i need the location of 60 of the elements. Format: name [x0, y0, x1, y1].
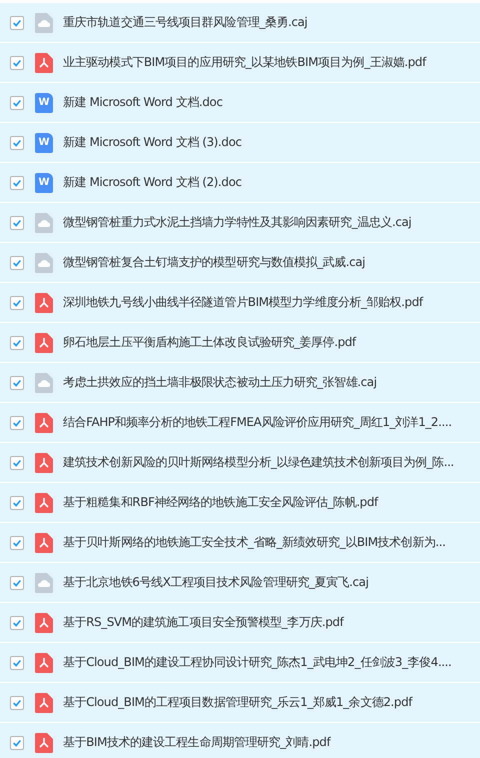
checkbox[interactable]	[10, 136, 24, 150]
check-icon	[12, 18, 22, 28]
check-icon	[12, 458, 22, 468]
checkbox[interactable]	[10, 536, 24, 550]
cloud-file-icon	[35, 212, 53, 232]
check-icon	[12, 498, 22, 508]
check-icon	[12, 298, 22, 308]
file-name[interactable]: 新建 Microsoft Word 文档.doc	[63, 94, 222, 111]
file-name[interactable]: 新建 Microsoft Word 文档 (2).doc	[63, 174, 242, 191]
pdf-file-icon	[35, 692, 53, 712]
check-icon	[12, 538, 22, 548]
check-icon	[12, 658, 22, 668]
pdf-file-icon	[35, 292, 53, 312]
check-icon	[12, 338, 22, 348]
pdf-file-icon	[35, 412, 53, 432]
check-icon	[12, 618, 22, 628]
checkbox[interactable]	[10, 256, 24, 270]
check-icon	[12, 58, 22, 68]
checkbox[interactable]	[10, 656, 24, 670]
check-icon	[12, 738, 22, 748]
check-icon	[12, 578, 22, 588]
cloud-file-icon	[35, 572, 53, 592]
checkbox[interactable]	[10, 216, 24, 230]
check-icon	[12, 418, 22, 428]
checkbox[interactable]	[10, 56, 24, 70]
pdf-file-icon	[35, 732, 53, 752]
check-icon	[12, 258, 22, 268]
check-icon	[12, 178, 22, 188]
check-icon	[12, 218, 22, 228]
cloud-file-icon	[35, 12, 53, 32]
checkbox[interactable]	[10, 456, 24, 470]
checkbox[interactable]	[10, 176, 24, 190]
cloud-file-icon	[35, 252, 53, 272]
checkbox[interactable]	[10, 696, 24, 710]
checkbox[interactable]	[10, 96, 24, 110]
word-file-icon: W	[35, 172, 53, 192]
cloud-file-icon	[35, 372, 53, 392]
pdf-file-icon	[35, 492, 53, 512]
check-icon	[12, 138, 22, 148]
check-icon	[12, 378, 22, 388]
checkbox[interactable]	[10, 336, 24, 350]
checkbox[interactable]	[10, 376, 24, 390]
checkbox[interactable]	[10, 496, 24, 510]
pdf-file-icon	[35, 452, 53, 472]
checkbox[interactable]	[10, 576, 24, 590]
checkbox[interactable]	[10, 416, 24, 430]
pdf-file-icon	[35, 52, 53, 72]
word-file-icon: W	[35, 92, 53, 112]
check-icon	[12, 98, 22, 108]
checkbox[interactable]	[10, 736, 24, 750]
checkbox[interactable]	[10, 16, 24, 30]
pdf-file-icon	[35, 652, 53, 672]
file-name[interactable]: 新建 Microsoft Word 文档 (3).doc	[63, 134, 242, 151]
pdf-file-icon	[35, 612, 53, 632]
checkbox[interactable]	[10, 296, 24, 310]
pdf-file-icon	[35, 532, 53, 552]
check-icon	[12, 698, 22, 708]
checkbox[interactable]	[10, 616, 24, 630]
word-file-icon: W	[35, 132, 53, 152]
pdf-file-icon	[35, 332, 53, 352]
